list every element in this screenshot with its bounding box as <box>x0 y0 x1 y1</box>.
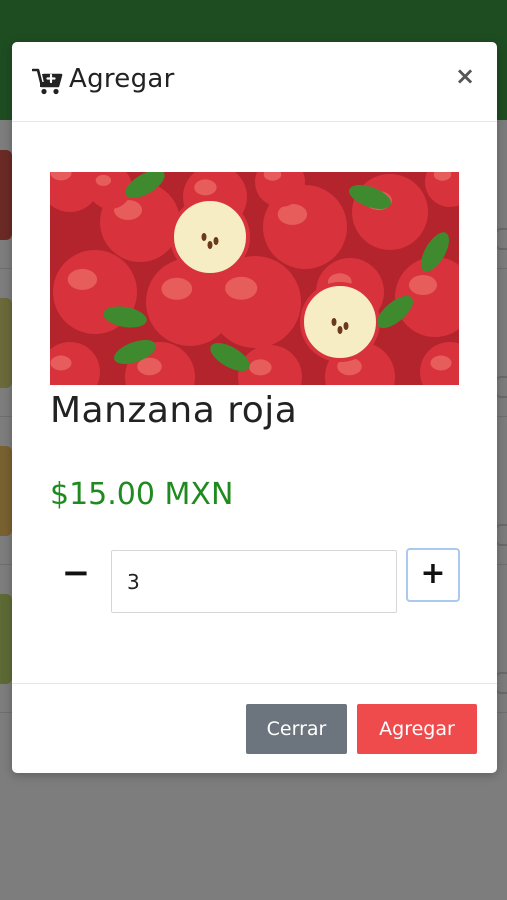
apple-half-shape <box>300 282 380 362</box>
apple-highlight <box>95 174 112 186</box>
apples-picture <box>50 172 459 385</box>
product-image <box>50 172 459 385</box>
add-to-cart-modal: Agregar × Manzana roja $15.00 MXN − + Ce… <box>12 42 497 773</box>
quantity-input[interactable] <box>111 550 397 613</box>
apple-highlight <box>409 275 437 295</box>
apple-highlight <box>277 203 308 225</box>
apple-highlight <box>161 277 193 300</box>
apple-seed <box>213 237 219 245</box>
apple-seed <box>337 326 343 334</box>
apple-seed <box>343 322 349 330</box>
cerrar-button[interactable]: Cerrar <box>246 704 347 754</box>
modal-title: Agregar <box>69 64 175 94</box>
apple-seed <box>331 318 337 326</box>
decrease-quantity-button[interactable]: − <box>56 548 96 598</box>
apple-highlight <box>430 355 452 371</box>
apple-highlight <box>50 355 72 371</box>
modal-header: Agregar × <box>12 42 497 122</box>
apple-highlight <box>194 179 217 196</box>
agregar-button[interactable]: Agregar <box>357 704 477 754</box>
product-name: Manzana roja <box>50 390 298 431</box>
modal-footer: Cerrar Agregar <box>12 683 497 773</box>
product-price: $15.00 MXN <box>50 477 234 512</box>
apple-highlight <box>249 359 272 376</box>
cart-plus-icon <box>32 68 63 95</box>
apple-highlight <box>67 268 98 290</box>
apple-highlight <box>225 276 258 300</box>
increase-quantity-button[interactable]: + <box>406 548 460 602</box>
apple-half-shape <box>170 197 250 277</box>
apple-seed <box>207 241 213 249</box>
close-icon[interactable]: × <box>453 64 477 88</box>
apple-seed <box>201 233 207 241</box>
